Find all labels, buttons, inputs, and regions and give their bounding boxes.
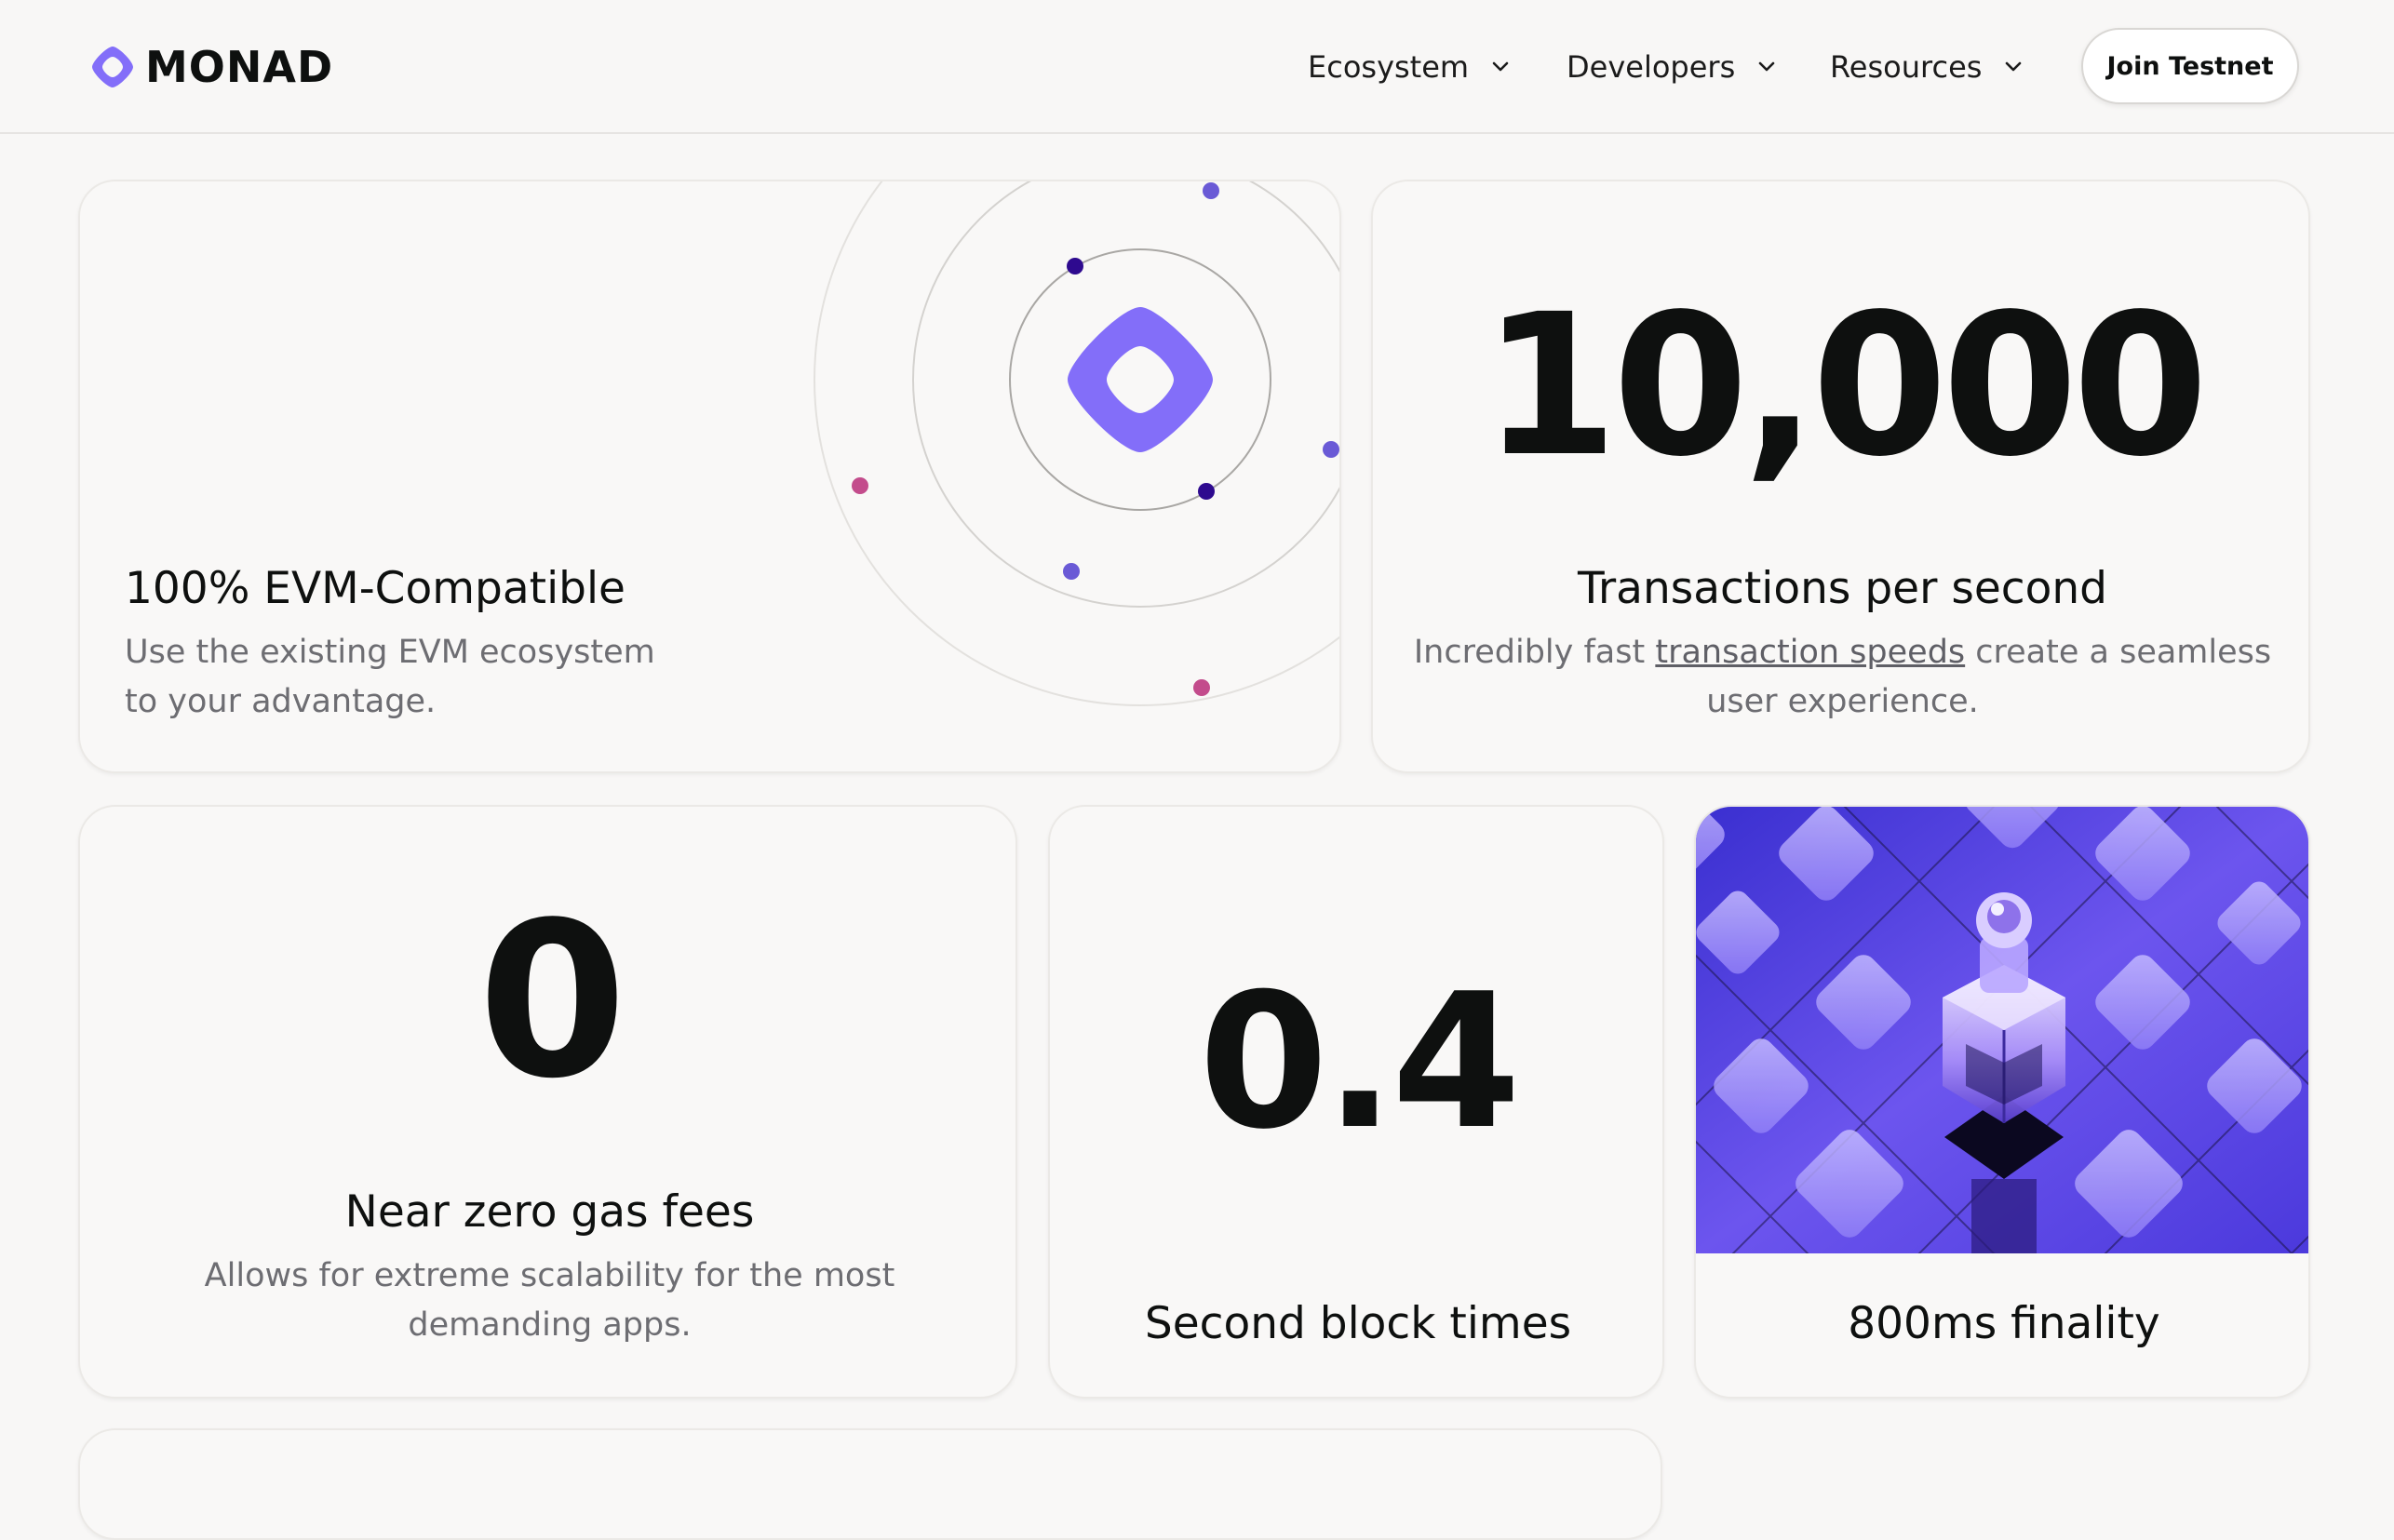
nav-ecosystem[interactable]: Ecosystem xyxy=(1308,47,1512,87)
brand-name: MONAD xyxy=(145,42,334,92)
gas-card: 0 Near zero gas fees Allows for extreme … xyxy=(78,805,1017,1399)
chevron-down-icon xyxy=(1492,61,1509,72)
tps-title: Transactions per second xyxy=(1578,563,2107,614)
nav-developers-label: Developers xyxy=(1567,49,1736,85)
transaction-speeds-link[interactable]: transaction speeds xyxy=(1655,634,1965,671)
next-card xyxy=(78,1428,1662,1540)
tps-desc-text: Incredibly fast xyxy=(1413,634,1656,671)
finality-card: 800ms finality xyxy=(1694,805,2310,1399)
evm-desc-line: to your advantage. xyxy=(125,683,437,720)
finality-illustration xyxy=(1696,807,2308,1253)
gas-value: 0 xyxy=(477,877,626,1126)
tps-value: 10,000 xyxy=(1482,272,2208,500)
tps-description: Incredibly fast transaction speeds creat… xyxy=(1373,628,2308,727)
chevron-down-icon xyxy=(1758,61,1775,72)
monad-logo-icon xyxy=(92,47,133,87)
gas-desc-line: demanding apps. xyxy=(408,1306,692,1344)
gas-description: Allows for extreme scalability for the m… xyxy=(80,1252,1015,1350)
site-header: MONAD Ecosystem Developers Resources Joi… xyxy=(0,0,2394,134)
block-time-title: Second block times xyxy=(1144,1298,1572,1349)
nav-developers[interactable]: Developers xyxy=(1567,47,1778,87)
finality-title: 800ms finality xyxy=(1848,1298,2160,1349)
block-time-card: 0.4 Second block times xyxy=(1048,805,1664,1399)
evm-description: Use the existing EVM ecosystem to your a… xyxy=(125,628,720,727)
evm-desc-line: Use the existing EVM ecosystem xyxy=(125,634,655,671)
nav-ecosystem-label: Ecosystem xyxy=(1308,49,1470,85)
tps-card: 10,000 Transactions per second Incredibl… xyxy=(1371,180,2310,773)
tps-desc-line: user experience. xyxy=(1706,683,1979,720)
block-time-value: 0.4 xyxy=(1198,954,1521,1171)
monad-logo[interactable]: MONAD xyxy=(89,41,333,93)
evm-title: 100% EVM-Compatible xyxy=(125,563,625,614)
tps-desc-text: create a seamless xyxy=(1965,634,2272,671)
chevron-down-icon xyxy=(2006,61,2022,72)
nav-resources-label: Resources xyxy=(1830,49,1983,85)
gas-desc-line: Allows for extreme scalability for the m… xyxy=(204,1257,895,1294)
gas-title: Near zero gas fees xyxy=(344,1186,755,1238)
evm-card: 100% EVM-Compatible Use the existing EVM… xyxy=(78,180,1341,773)
nav-resources[interactable]: Resources xyxy=(1830,47,2024,87)
join-testnet-button[interactable]: Join Testnet xyxy=(2081,28,2299,104)
